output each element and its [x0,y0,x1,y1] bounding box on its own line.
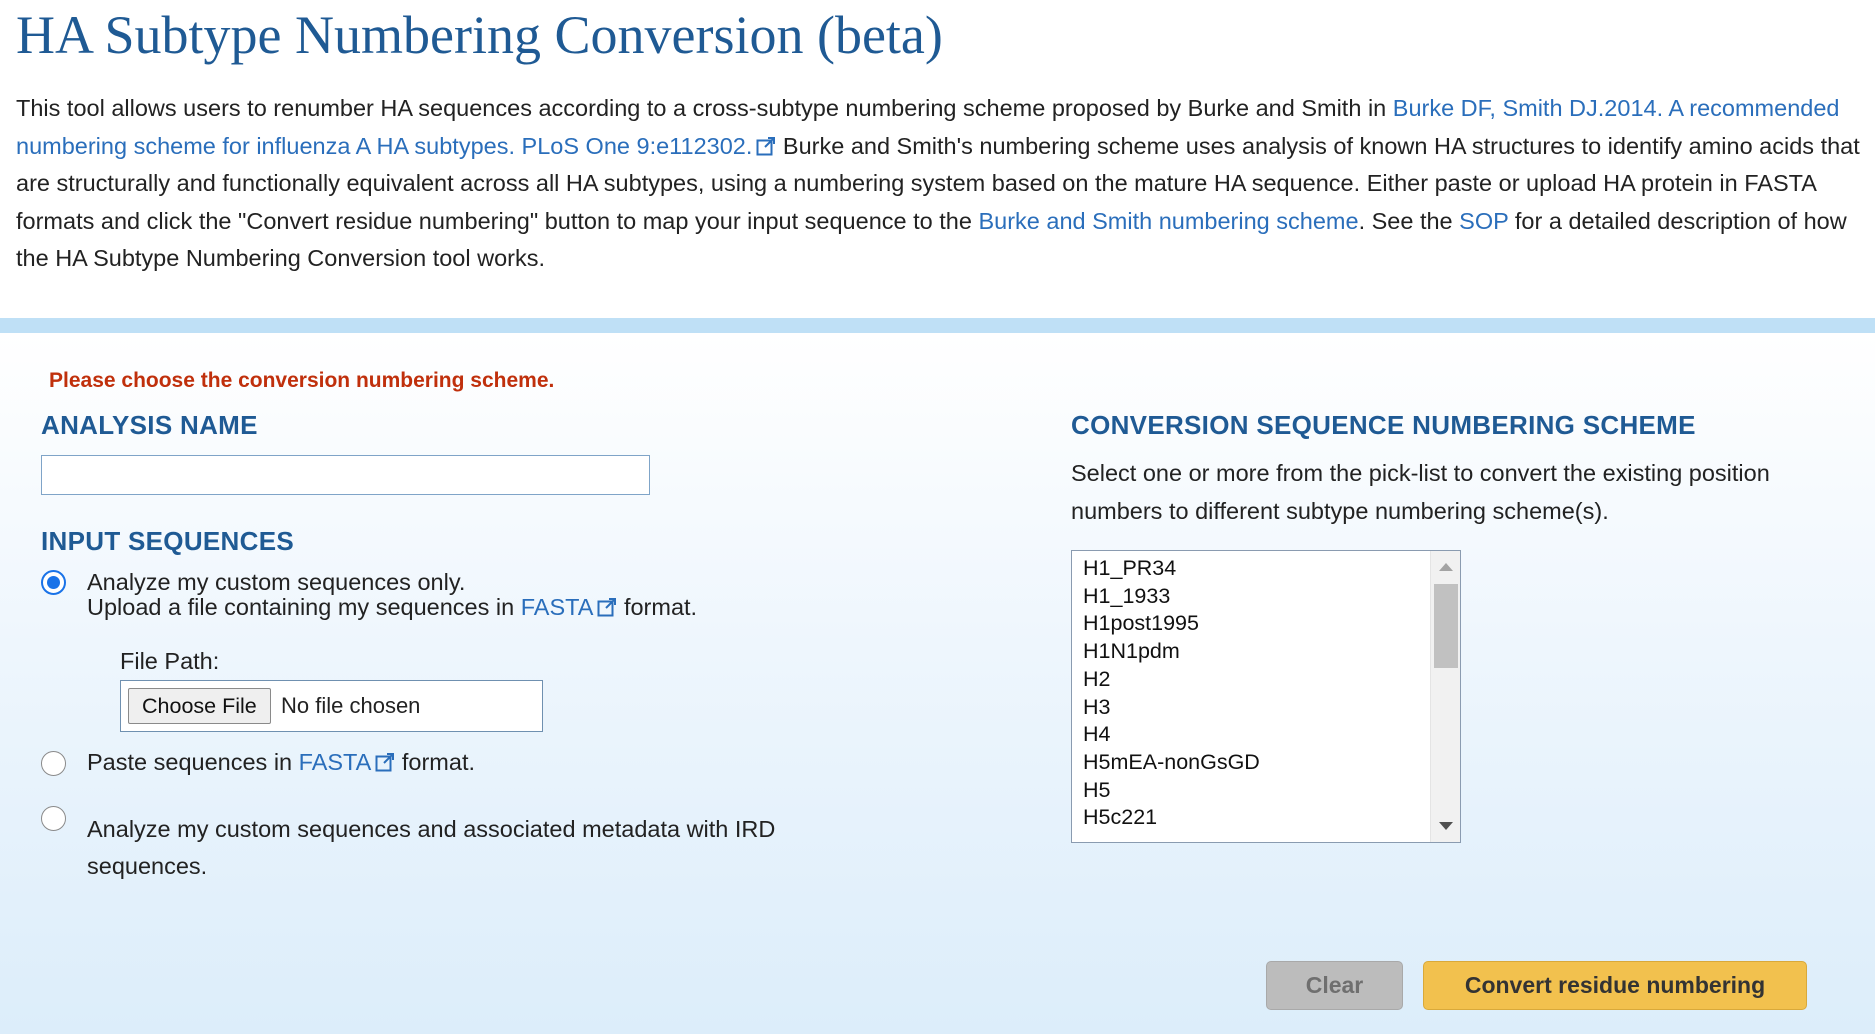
paste-option: Paste sequences in FASTA format. [87,750,475,775]
scheme-heading: CONVERSION SEQUENCE NUMBERING SCHEME [1071,410,1696,440]
error-message: Please choose the conversion numbering s… [49,369,555,392]
analysis-name-input[interactable] [41,455,650,495]
intro-paragraph: This tool allows users to renumber HA se… [16,90,1866,278]
fasta-link[interactable]: FASTA [299,749,372,775]
radio-paste-sequences[interactable] [41,751,66,776]
metadata-option-line1: Analyze my custom sequences and associat… [87,816,776,842]
external-link-icon[interactable] [597,597,617,617]
picklist-option[interactable]: H1_PR34 [1083,555,1460,583]
fasta-link[interactable]: FASTA [521,594,594,620]
numbering-scheme-link[interactable]: Burke and Smith numbering scheme [978,208,1358,234]
picklist-scrollbar[interactable] [1430,551,1460,842]
picklist-option[interactable]: H2 [1083,666,1460,694]
external-link-icon[interactable] [375,752,395,772]
picklist-option[interactable]: H5 [1083,777,1460,805]
clear-button[interactable]: Clear [1266,961,1403,1010]
file-path-label: File Path: [120,648,220,674]
choose-file-button[interactable]: Choose File [128,688,271,724]
paste-option-suffix: format. [395,749,476,775]
paste-option-prefix: Paste sequences in [87,749,299,775]
metadata-option-line2: sequences. [87,853,208,879]
upload-option-line1: Analyze my custom sequences only. [87,569,466,595]
scheme-description: Select one or more from the pick-list to… [1071,460,1770,524]
radio-metadata-sequences[interactable] [41,806,66,831]
file-input: Choose File No file chosen [120,680,543,732]
upload-option-suffix: format. [617,594,698,620]
picklist-option[interactable]: H5mEA-nonGsGD [1083,749,1460,777]
scheme-picklist[interactable]: H1_PR34 H1_1933 H1post1995 H1N1pdm H2 H3… [1071,550,1461,843]
intro-text-1: This tool allows users to renumber HA se… [16,95,1393,121]
radio-upload-sequences[interactable] [41,570,66,595]
picklist-option[interactable]: H4 [1083,721,1460,749]
intro-text-3: . See the [1358,207,1460,234]
picklist-option[interactable]: H1_1933 [1083,583,1460,611]
input-sequences-heading: INPUT SEQUENCES [41,526,294,556]
convert-residue-numbering-button[interactable]: Convert residue numbering [1423,961,1807,1010]
chevron-up-icon[interactable] [1439,563,1453,571]
sop-link[interactable]: SOP [1459,208,1508,234]
no-file-chosen-text: No file chosen [281,693,421,718]
scrollbar-thumb[interactable] [1434,584,1458,668]
page-title: HA Subtype Numbering Conversion (beta) [16,5,943,65]
chevron-down-icon[interactable] [1439,822,1453,830]
upload-option-line2: Upload a file containing my sequences in… [87,595,697,620]
section-divider [0,318,1875,333]
picklist-option[interactable]: H5c221 [1083,804,1460,832]
analysis-name-heading: ANALYSIS NAME [41,410,258,440]
external-link-icon[interactable] [756,136,776,156]
picklist-option[interactable]: H3 [1083,694,1460,722]
upload-option-prefix: Upload a file containing my sequences in [87,594,521,620]
picklist-option[interactable]: H1N1pdm [1083,638,1460,666]
picklist-option[interactable]: H1post1995 [1083,610,1460,638]
